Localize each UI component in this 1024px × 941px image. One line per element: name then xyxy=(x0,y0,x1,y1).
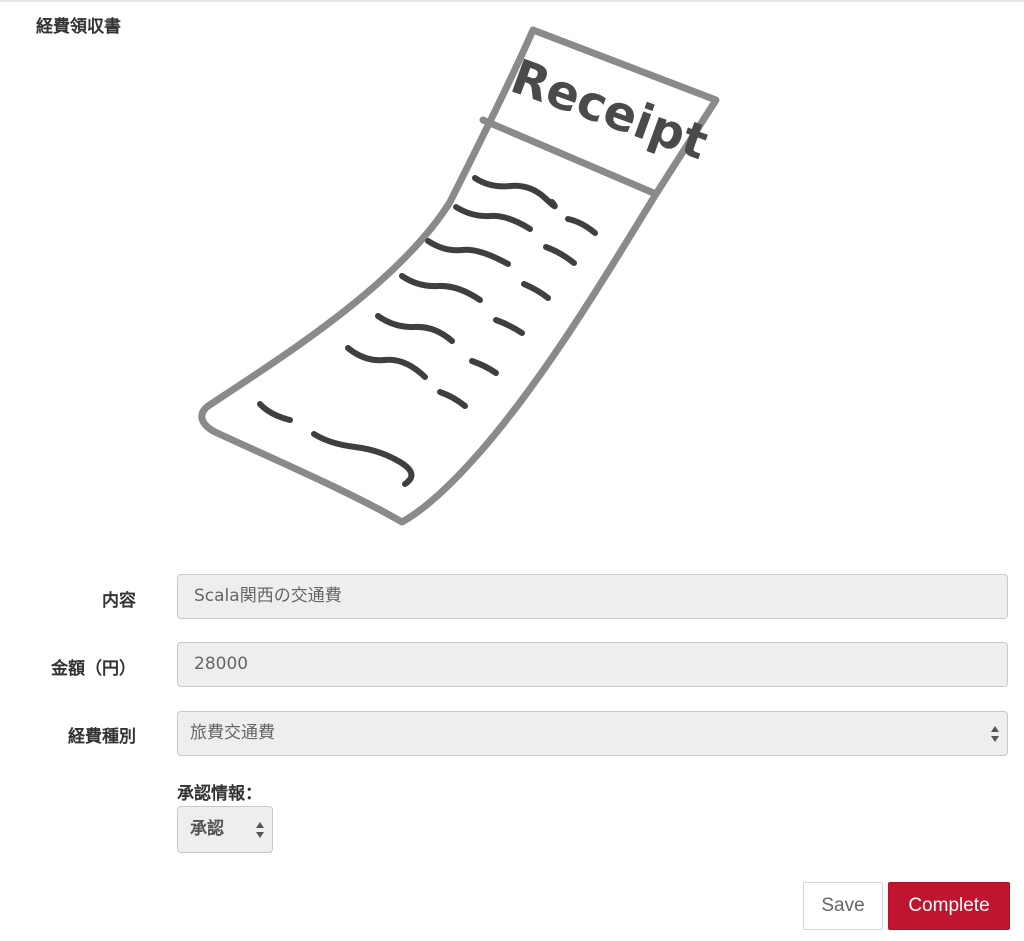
expense-type-select[interactable]: 旅費交通費 xyxy=(177,711,1008,756)
receipt-title-text: Receipt xyxy=(504,49,715,171)
approval-value: 承認 xyxy=(190,819,224,839)
amount-field-value: 28000 xyxy=(194,654,249,674)
approval-label: 承認情報： xyxy=(177,784,262,804)
expense-type-value: 旅費交通費 xyxy=(190,723,275,743)
content-field-value: Scala関西の交通費 xyxy=(194,586,342,606)
complete-button[interactable]: Complete xyxy=(888,882,1010,930)
receipt-image: Receipt xyxy=(190,22,730,532)
select-arrows-icon xyxy=(256,822,264,838)
receipt-illustration: Receipt xyxy=(198,26,720,526)
section-title: 経費領収書 xyxy=(36,17,121,37)
content-label: 内容 xyxy=(102,591,136,611)
content-field[interactable]: Scala関西の交通費 xyxy=(177,574,1008,619)
amount-label: 金額（円） xyxy=(51,659,136,679)
save-button[interactable]: Save xyxy=(803,882,883,930)
top-divider xyxy=(0,0,1024,2)
select-arrows-icon xyxy=(991,726,999,742)
approval-select[interactable]: 承認 xyxy=(177,806,273,853)
expense-type-label: 経費種別 xyxy=(68,727,136,747)
amount-field[interactable]: 28000 xyxy=(177,642,1008,687)
